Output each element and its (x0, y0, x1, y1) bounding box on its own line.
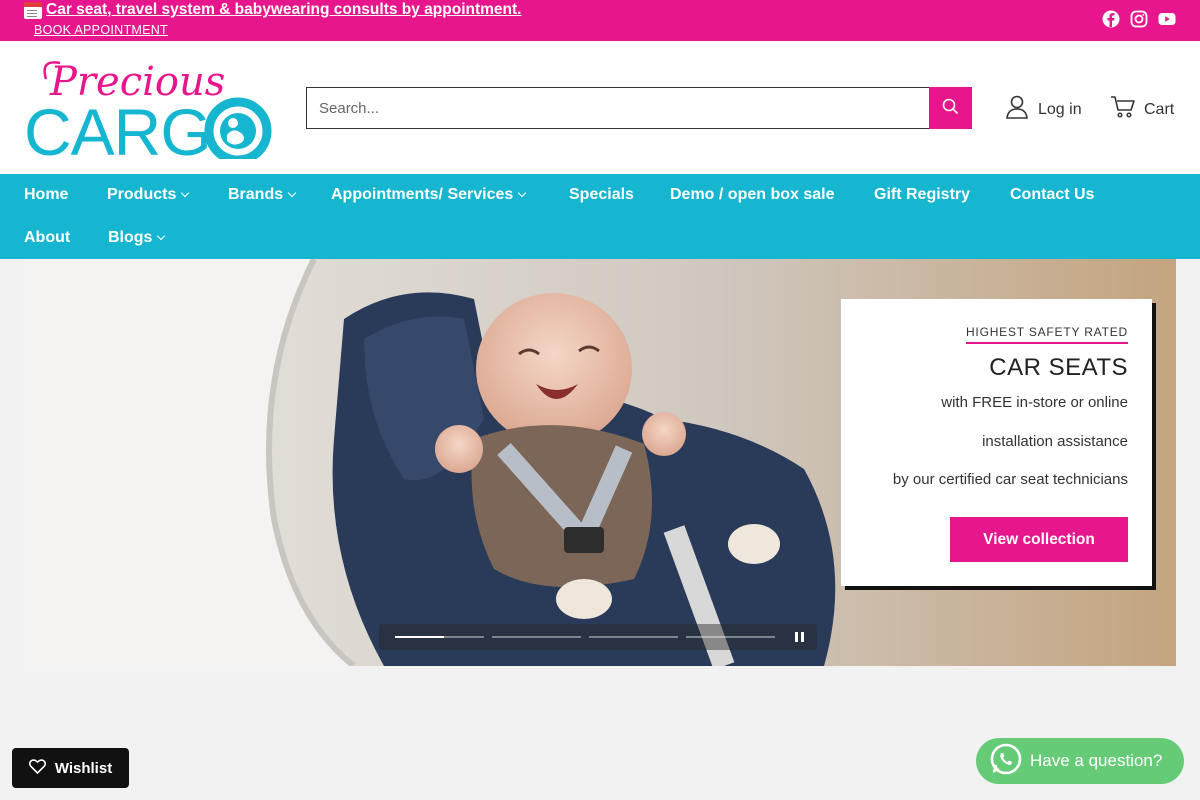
cart-label: Cart (1144, 100, 1175, 118)
nav-item-gift-registry[interactable]: Gift Registry (874, 186, 970, 204)
cart-icon (1110, 95, 1136, 124)
search-button[interactable] (929, 87, 972, 129)
social-links (1102, 10, 1176, 28)
chevron-down-icon (518, 188, 527, 198)
login-label: Log in (1038, 100, 1082, 118)
cart-link[interactable]: Cart (1110, 95, 1174, 124)
chevron-down-icon (157, 231, 166, 241)
announcement-link[interactable]: Car seat, travel system & babywearing co… (24, 1, 521, 19)
calendar-icon (24, 1, 42, 19)
promo-line-3: by our certified car seat technicians (892, 471, 1128, 488)
chevron-down-icon (287, 188, 297, 198)
youtube-icon[interactable] (1158, 10, 1176, 28)
promo-card: HIGHEST SAFETY RATED CAR SEATS with FREE… (841, 299, 1152, 586)
nav-item-products[interactable]: Products (107, 186, 190, 204)
facebook-icon[interactable] (1102, 10, 1120, 28)
promo-line-2: installation assistance (982, 432, 1128, 450)
heart-icon (28, 758, 46, 778)
nav-item-demo-sale[interactable]: Demo / open box sale (670, 186, 834, 204)
nav-item-contact[interactable]: Contact Us (1010, 186, 1094, 204)
search-icon (942, 98, 959, 118)
slide-progress-fill (395, 636, 444, 638)
wishlist-label: Wishlist (54, 759, 113, 777)
nav-item-about[interactable]: About (24, 229, 70, 247)
slide-indicator-4[interactable] (686, 636, 775, 638)
search-input[interactable] (306, 87, 929, 129)
book-appointment-link[interactable]: BOOK APPOINTMENT (34, 23, 168, 37)
precious-cargo-logo[interactable]: Precious CARG (24, 55, 276, 169)
nav-item-specials[interactable]: Specials (569, 186, 634, 204)
nav-item-appointments[interactable]: Appointments/ Services (331, 186, 527, 204)
announcement-bar: Car seat, travel system & babywearing co… (0, 0, 1200, 41)
wishlist-button[interactable]: Wishlist (12, 748, 129, 788)
promo-line-1: with FREE in-store or online (941, 394, 1128, 411)
whatsapp-chat-button[interactable]: Have a question? (976, 738, 1184, 784)
promo-title: CAR SEATS (989, 354, 1128, 381)
nav-item-blogs[interactable]: Blogs (108, 229, 166, 247)
svg-text:CARG: CARG (24, 95, 211, 159)
announcement-text: Car seat, travel system & babywearing co… (46, 1, 522, 18)
slide-indicator-3[interactable] (589, 636, 678, 638)
main-nav: Home Products Brands Appointments/ Servi… (0, 174, 1200, 259)
slideshow-controls (379, 624, 817, 650)
slide-indicator-1[interactable] (395, 636, 484, 638)
search-bar (306, 87, 972, 129)
whatsapp-icon (990, 743, 1022, 780)
view-collection-button[interactable]: View collection (950, 517, 1128, 562)
promo-eyebrow: HIGHEST SAFETY RATED (965, 325, 1128, 344)
nav-item-brands[interactable]: Brands (228, 186, 297, 204)
nav-item-home[interactable]: Home (24, 186, 68, 204)
instagram-icon[interactable] (1130, 10, 1148, 28)
user-icon (1006, 95, 1028, 124)
slide-indicator-2[interactable] (492, 636, 581, 638)
chevron-down-icon (181, 188, 190, 198)
login-link[interactable]: Log in (1006, 95, 1082, 124)
site-header: Precious CARG Log in Cart (0, 41, 1200, 174)
pause-icon[interactable] (795, 632, 804, 642)
question-label: Have a question? (1030, 751, 1163, 770)
